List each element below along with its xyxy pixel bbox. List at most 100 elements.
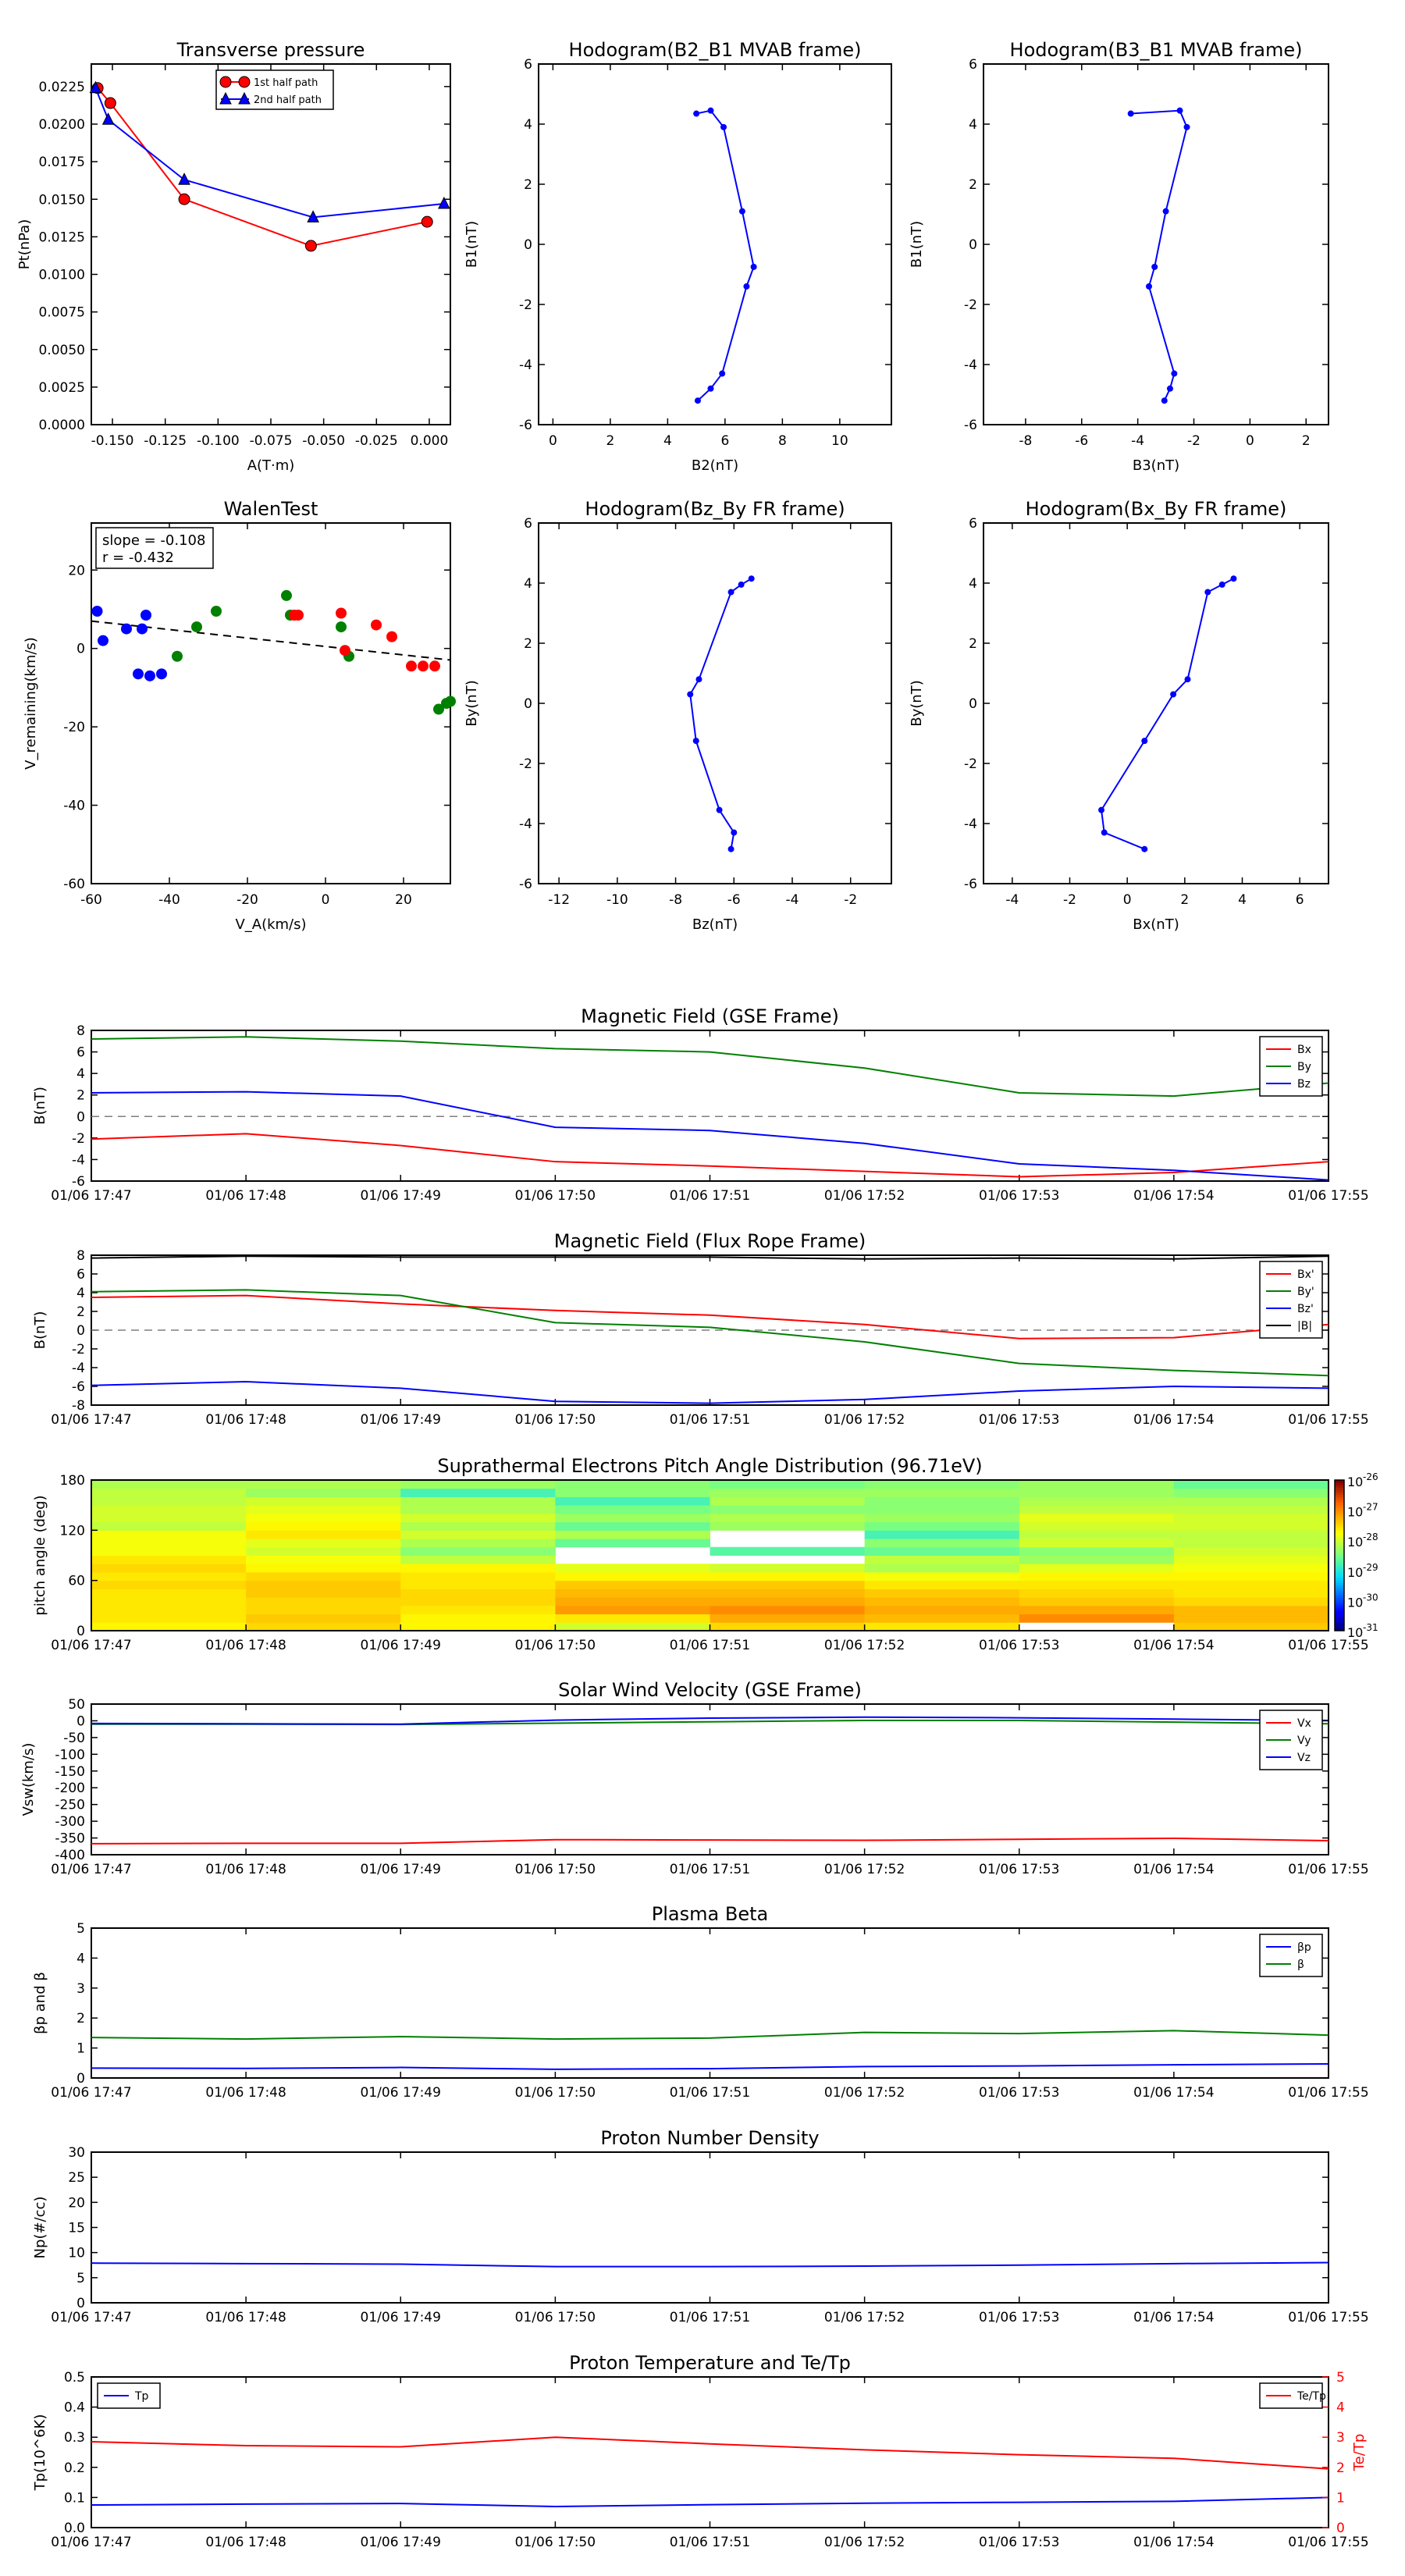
x-tick-label: -60	[80, 892, 102, 908]
plot-frame	[91, 1927, 1329, 2079]
y-tick-label: -4	[519, 358, 532, 373]
plot-frame	[91, 1030, 1329, 1182]
y-tick-label: 4	[524, 117, 532, 133]
data-point	[727, 589, 735, 596]
time-tick-label: 01/06 17:53	[979, 1188, 1059, 1204]
colorbar-cell	[1335, 1517, 1344, 1521]
heatmap-cell	[864, 1564, 1020, 1573]
colorbar-cell	[1335, 1573, 1344, 1576]
time-tick-label: 01/06 17:51	[670, 2085, 750, 2101]
y-tick-label: -350	[55, 1831, 85, 1847]
data-point	[707, 107, 714, 114]
y-tick-label: -4	[72, 1361, 85, 1376]
colorbar-base: 10	[1347, 1595, 1363, 1610]
heatmap-cell	[555, 1513, 710, 1523]
colorbar-cell	[1335, 1621, 1344, 1624]
y-tick-label-right: 3	[1336, 2430, 1345, 2446]
legend-label: 1st half path	[254, 77, 318, 89]
y-axis-label: By(nT)	[464, 680, 480, 726]
y-axis-label: B1(nT)	[464, 221, 480, 268]
y-tick-label: 0.0000	[39, 418, 85, 433]
heatmap-cell	[864, 1539, 1020, 1548]
legend-label: Tp	[134, 2390, 149, 2403]
colorbar-cell	[1335, 1493, 1344, 1496]
heatmap-cell	[710, 1589, 866, 1598]
heatmap-cell	[246, 1513, 401, 1523]
plot-frame	[538, 63, 892, 425]
colorbar-cell	[1335, 1528, 1344, 1531]
data-point	[738, 208, 745, 215]
heatmap-cell	[555, 1622, 710, 1631]
y-tick-label-right: 0	[1336, 2521, 1345, 2536]
y-tick-label: 2	[524, 177, 532, 193]
y-tick-label: -20	[63, 720, 85, 735]
heatmap-cell	[710, 1513, 866, 1523]
legend-label: Vz	[1297, 1752, 1311, 1764]
colorbar-exponent: -28	[1363, 1532, 1378, 1542]
heatmap-cell	[1019, 1546, 1175, 1556]
colorbar-cell	[1335, 1625, 1344, 1629]
chart-np: Proton Number Density 01/06 17:47 01/06 17…	[32, 2127, 1369, 2325]
x-tick-label: -4	[1005, 892, 1019, 908]
time-tick-label: 01/06 17:55	[1288, 1188, 1368, 1204]
heatmap-cell	[91, 1622, 247, 1631]
heatmap-cell	[555, 1605, 710, 1615]
time-tick-label: 01/06 17:53	[979, 2310, 1059, 2325]
y-tick-label: 0.0175	[39, 155, 85, 170]
legend-label: Bz	[1297, 1078, 1311, 1091]
heatmap-cell	[400, 1480, 556, 1489]
time-tick-label: 01/06 17:50	[515, 1638, 596, 1653]
x-tick-label: -2	[1187, 433, 1200, 449]
y-tick-label: -50	[63, 1731, 85, 1746]
heatmap-cell	[246, 1597, 401, 1606]
y-tick-label: 0.5	[64, 2370, 85, 2386]
heatmap-cell	[246, 1480, 401, 1489]
colorbar-cell	[1335, 1603, 1344, 1606]
colorbar-cell	[1335, 1500, 1344, 1503]
y-tick-label-right: 5	[1336, 2370, 1345, 2386]
colorbar-base: 10	[1347, 1535, 1363, 1550]
data-point	[1141, 738, 1148, 745]
y-tick-label: -2	[964, 297, 977, 313]
colorbar-cell	[1335, 1598, 1344, 1601]
heatmap-cell	[91, 1480, 247, 1489]
colorbar-base: 10	[1347, 1505, 1363, 1520]
heatmap-cell	[555, 1496, 710, 1506]
heatmap-cell	[710, 1597, 866, 1606]
y-tick-label-right: 4	[1336, 2400, 1345, 2416]
y-axis-label: Vsw(km/s)	[20, 1743, 37, 1816]
heatmap-cell	[864, 1589, 1020, 1598]
data-point	[421, 215, 433, 228]
colorbar-cell	[1335, 1595, 1344, 1599]
y-tick-label: 4	[524, 576, 532, 592]
time-tick-label: 01/06 17:47	[51, 1862, 131, 1877]
data-point	[156, 668, 167, 680]
x-tick-label: -6	[1075, 433, 1088, 449]
data-point	[386, 631, 397, 642]
y-tick-label: 0.0150	[39, 192, 85, 208]
data-point	[211, 605, 222, 617]
y-tick-label: -2	[519, 297, 532, 313]
data-point	[133, 668, 144, 680]
x-tick-label: -40	[158, 892, 180, 908]
heatmap-cell	[864, 1480, 1020, 1489]
series-line	[91, 2496, 1329, 2507]
data-point	[293, 610, 304, 621]
colorbar-exponent: -30	[1363, 1592, 1378, 1603]
chart-bgse: Magnetic Field (GSE Frame) 01/06 17:47 01/…	[32, 1005, 1369, 1204]
x-tick-label: 0	[1123, 892, 1132, 908]
heatmap-cell	[400, 1597, 556, 1606]
time-tick-label: 01/06 17:53	[979, 1412, 1059, 1428]
heatmap-cell	[400, 1571, 556, 1582]
x-axis-label: B3(nT)	[1133, 457, 1179, 474]
heatmap-cell	[400, 1614, 556, 1623]
heatmap-cell	[555, 1614, 710, 1623]
heatmap-cell	[555, 1505, 710, 1514]
colorbar-cell	[1335, 1495, 1344, 1499]
y-tick-label: 0	[76, 1323, 85, 1339]
y-tick-label: 0.0125	[39, 229, 85, 245]
y-tick-label: -2	[964, 756, 977, 772]
data-point	[191, 621, 202, 633]
x-tick-label: -6	[727, 892, 741, 908]
y-tick-label: 25	[68, 2170, 85, 2186]
